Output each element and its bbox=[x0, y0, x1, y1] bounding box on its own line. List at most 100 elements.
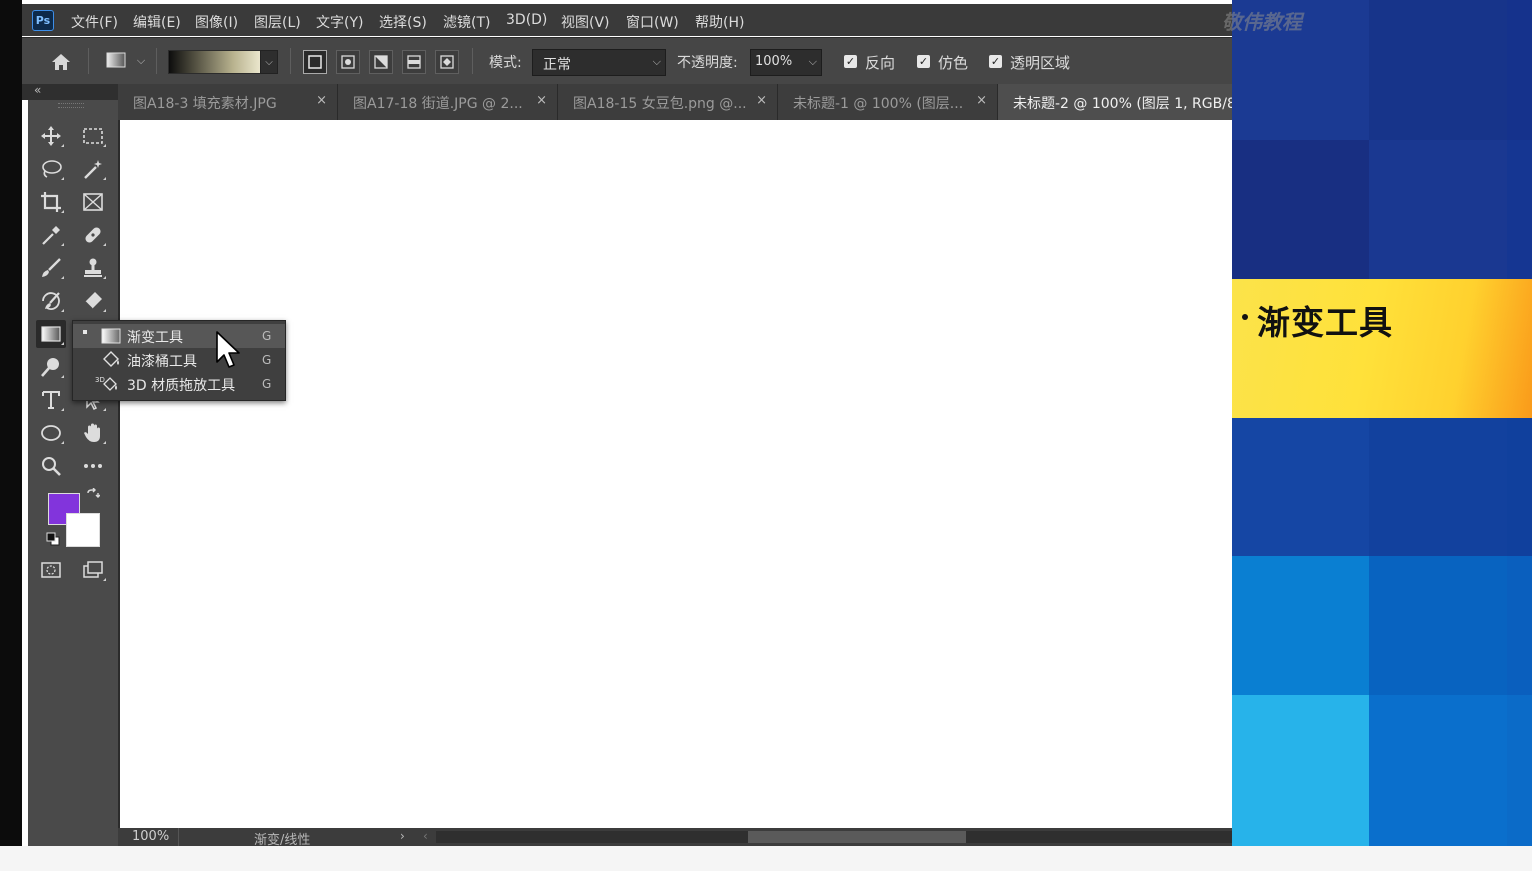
menu-type[interactable]: 文字(Y) bbox=[316, 12, 363, 32]
flyout-item-paint-bucket[interactable]: 油漆桶工具 G bbox=[73, 348, 285, 372]
lasso-tool-icon[interactable] bbox=[36, 155, 66, 183]
watermark: 敬伟教程 bbox=[1222, 10, 1302, 34]
tab-fill-material[interactable]: 图A18-3 填充素材.JPG × bbox=[118, 84, 338, 120]
mouse-cursor-icon bbox=[216, 331, 240, 368]
slide-tile bbox=[1369, 140, 1507, 279]
dodge-tool-icon[interactable] bbox=[36, 353, 66, 381]
gradient-dropdown-icon[interactable]: ⌵ bbox=[260, 50, 278, 74]
slide-tile bbox=[1232, 140, 1369, 279]
marquee-tool-icon[interactable] bbox=[78, 122, 108, 150]
reflected-gradient-button[interactable] bbox=[402, 50, 426, 74]
screen-mode-icon[interactable] bbox=[78, 556, 108, 584]
gradient-icon bbox=[101, 327, 121, 345]
close-icon[interactable]: × bbox=[536, 93, 547, 108]
menu-image[interactable]: 图像(I) bbox=[195, 12, 238, 32]
reverse-label: 反向 bbox=[865, 54, 896, 72]
magic-wand-tool-icon[interactable] bbox=[78, 155, 108, 183]
crop-tool-icon[interactable] bbox=[36, 188, 66, 216]
gradient-tool-icon[interactable] bbox=[36, 320, 66, 348]
collapse-icon[interactable]: « bbox=[34, 83, 41, 97]
menu-window[interactable]: 窗口(W) bbox=[626, 12, 679, 32]
tool-preset-chevron-icon[interactable]: ⌵ bbox=[134, 52, 148, 70]
menu-layer[interactable]: 图层(L) bbox=[254, 12, 301, 32]
flyout-label: 3D 材质拖放工具 bbox=[127, 378, 236, 394]
default-colors-icon[interactable] bbox=[44, 530, 62, 548]
tab-street[interactable]: 图A17-18 街道.JPG @ 2... × bbox=[338, 84, 558, 120]
slide-tile bbox=[1232, 556, 1369, 695]
brush-tool-icon[interactable] bbox=[36, 254, 66, 282]
angle-gradient-button[interactable] bbox=[369, 50, 393, 74]
menu-view[interactable]: 视图(V) bbox=[561, 12, 610, 32]
horizontal-scrollbar[interactable] bbox=[436, 831, 1232, 843]
flyout-item-gradient[interactable]: 渐变工具 G bbox=[73, 324, 285, 348]
tab-untitled-2[interactable]: 未标题-2 @ 100% (图层 1, RGB/8 bbox=[998, 84, 1236, 120]
history-brush-tool-icon[interactable] bbox=[36, 287, 66, 315]
gradient-picker[interactable] bbox=[168, 50, 262, 74]
close-icon[interactable]: × bbox=[976, 93, 987, 108]
menu-file[interactable]: 文件(F) bbox=[71, 12, 118, 32]
zoom-tool-icon[interactable] bbox=[36, 452, 66, 480]
toolbar-grip[interactable] bbox=[58, 103, 84, 108]
flyout-shortcut: G bbox=[262, 353, 272, 367]
transparency-checkbox[interactable]: ✓ bbox=[989, 55, 1002, 68]
more-tools-icon[interactable] bbox=[78, 452, 108, 480]
menu-bar: Ps 文件(F) 编辑(E) 图像(I) 图层(L) 文字(Y) 选择(S) 滤… bbox=[22, 4, 1232, 36]
dither-checkbox[interactable]: ✓ bbox=[917, 55, 930, 68]
eraser-tool-icon[interactable] bbox=[78, 287, 108, 315]
linear-gradient-button[interactable] bbox=[303, 50, 327, 74]
ellipse-tool-icon[interactable] bbox=[36, 419, 66, 447]
status-expand-arrow-icon[interactable]: › bbox=[400, 829, 405, 843]
close-icon[interactable]: × bbox=[756, 93, 767, 108]
menu-help[interactable]: 帮助(H) bbox=[695, 12, 744, 32]
status-bar: 100% 渐变/线性 › ‹ bbox=[118, 828, 1232, 848]
move-tool-icon[interactable] bbox=[36, 122, 66, 150]
healing-brush-tool-icon[interactable] bbox=[78, 221, 108, 249]
close-icon[interactable]: × bbox=[316, 93, 327, 108]
document-tab-bar: 图A18-3 填充素材.JPG × 图A17-18 街道.JPG @ 2... … bbox=[118, 84, 1236, 120]
mode-value: 正常 bbox=[543, 57, 571, 73]
menu-select[interactable]: 选择(S) bbox=[379, 12, 427, 32]
status-info: 渐变/线性 bbox=[254, 833, 311, 848]
scroll-left-arrow-icon[interactable]: ‹ bbox=[423, 829, 428, 843]
gradient-tool-flyout: 渐变工具 G 油漆桶工具 G 3D 3D 材质拖放工具 G bbox=[72, 320, 286, 401]
type-tool-icon[interactable] bbox=[36, 386, 66, 414]
scrollbar-thumb[interactable] bbox=[748, 831, 966, 843]
paint-bucket-icon bbox=[101, 351, 121, 369]
slide-tile bbox=[1507, 695, 1532, 846]
tool-preset-icon[interactable] bbox=[104, 50, 128, 72]
hand-tool-icon[interactable] bbox=[78, 419, 108, 447]
tab-label: 未标题-1 @ 100% (图层... bbox=[793, 96, 964, 112]
diamond-gradient-button[interactable] bbox=[435, 50, 459, 74]
flyout-item-3d-material-drop[interactable]: 3D 3D 材质拖放工具 G bbox=[73, 372, 285, 396]
options-bar: ⌵ ⌵ 模式: 正常 ⌵ 不透明度: 100% ⌵ ✓ 反向 ✓ 仿色 ✓ 透明… bbox=[22, 37, 1232, 84]
eyedropper-tool-icon[interactable] bbox=[36, 221, 66, 249]
menu-edit[interactable]: 编辑(E) bbox=[133, 12, 181, 32]
screen-bottom bbox=[0, 846, 1532, 871]
flyout-label: 油漆桶工具 bbox=[127, 354, 197, 370]
menu-filter[interactable]: 滤镜(T) bbox=[443, 12, 490, 32]
document-canvas[interactable] bbox=[118, 120, 1232, 828]
frame-tool-icon[interactable] bbox=[78, 188, 108, 216]
screen-edge bbox=[0, 0, 22, 846]
clone-stamp-tool-icon[interactable] bbox=[78, 254, 108, 282]
flyout-shortcut: G bbox=[262, 329, 272, 343]
opacity-input[interactable]: 100% ⌵ bbox=[750, 49, 822, 76]
opacity-label: 不透明度: bbox=[677, 55, 738, 71]
slide-tile bbox=[1369, 695, 1507, 846]
opacity-value: 100% bbox=[755, 54, 793, 69]
tab-untitled-1[interactable]: 未标题-1 @ 100% (图层... × bbox=[778, 84, 998, 120]
transparency-label: 透明区域 bbox=[1010, 54, 1071, 72]
tab-girl-png[interactable]: 图A18-15 女豆包.png @... × bbox=[558, 84, 778, 120]
background-color-swatch[interactable] bbox=[66, 513, 100, 547]
mode-dropdown-icon: ⌵ bbox=[652, 55, 661, 68]
swap-colors-icon[interactable] bbox=[84, 486, 102, 504]
reverse-checkbox[interactable]: ✓ bbox=[844, 55, 857, 68]
tab-label: 图A18-3 填充素材.JPG bbox=[133, 96, 277, 112]
radial-gradient-button[interactable] bbox=[336, 50, 360, 74]
dither-label: 仿色 bbox=[938, 54, 969, 72]
mode-select[interactable]: 正常 ⌵ bbox=[532, 49, 666, 76]
quick-mask-icon[interactable] bbox=[36, 556, 66, 584]
zoom-level[interactable]: 100% bbox=[132, 829, 169, 844]
home-icon[interactable] bbox=[48, 50, 74, 74]
menu-3d[interactable]: 3D(D) bbox=[506, 12, 547, 28]
